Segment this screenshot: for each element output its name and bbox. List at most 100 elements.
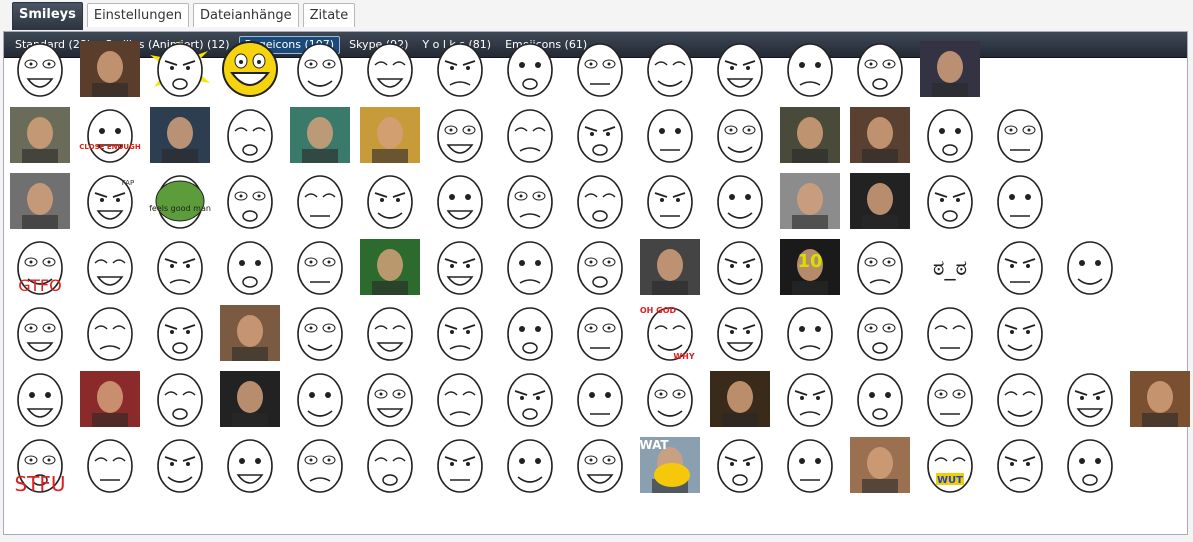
rage-pointing-smiley[interactable] bbox=[848, 369, 912, 429]
fuuuu-small-smiley[interactable] bbox=[288, 369, 352, 429]
bitch-please-smiley[interactable] bbox=[778, 435, 842, 495]
dancing-troll-smiley[interactable] bbox=[218, 105, 282, 165]
cheering-photo-smiley[interactable] bbox=[8, 171, 72, 231]
grin-troll-smiley[interactable] bbox=[148, 369, 212, 429]
michael-photo-smiley[interactable] bbox=[78, 369, 142, 429]
herp-smiley[interactable] bbox=[148, 237, 212, 297]
fap-smiley[interactable]: FAP bbox=[78, 171, 142, 231]
table-smiley[interactable] bbox=[358, 303, 422, 363]
wide-eyes-smiley[interactable] bbox=[78, 435, 142, 495]
you-dont-say-smiley[interactable] bbox=[428, 435, 492, 495]
challenge-smiley[interactable] bbox=[848, 39, 912, 99]
desk-flip-smiley[interactable] bbox=[358, 171, 422, 231]
dog-meme-smiley[interactable] bbox=[358, 105, 422, 165]
serious-smiley[interactable] bbox=[498, 105, 562, 165]
cereal-guy-smiley[interactable] bbox=[778, 39, 842, 99]
walking-smiley[interactable] bbox=[428, 303, 492, 363]
omg-smiley[interactable] bbox=[988, 237, 1052, 297]
ten-photo-smiley[interactable]: 10 bbox=[778, 237, 842, 297]
not-bad-face-smiley[interactable] bbox=[708, 435, 772, 495]
laughing-smiley[interactable] bbox=[288, 39, 352, 99]
tab-dateianhaenge[interactable]: Dateianhänge bbox=[192, 3, 299, 27]
look-of-disapproval-smiley[interactable]: ಠ_ಠ bbox=[918, 237, 982, 297]
excited-smiley[interactable] bbox=[848, 171, 912, 231]
shaq-smiley[interactable] bbox=[708, 369, 772, 429]
bitch-face-smiley[interactable] bbox=[988, 435, 1052, 495]
computer-guy-smiley[interactable] bbox=[708, 39, 772, 99]
thinking-smiley[interactable] bbox=[568, 435, 632, 495]
angry-eyes-smiley[interactable] bbox=[358, 369, 422, 429]
meh-smiley[interactable] bbox=[708, 105, 772, 165]
dark-photo-smiley[interactable] bbox=[918, 39, 982, 99]
sneaky-smiley[interactable] bbox=[358, 39, 422, 99]
wat-duck-smiley[interactable]: WAT bbox=[638, 435, 702, 495]
happy-cry-smiley[interactable] bbox=[638, 39, 702, 99]
facepalm-smiley[interactable] bbox=[988, 303, 1052, 363]
not-bad-smiley[interactable] bbox=[428, 39, 492, 99]
fffuu-smiley[interactable] bbox=[288, 171, 352, 231]
aliens-guy-smiley[interactable] bbox=[78, 39, 142, 99]
obama-smiley[interactable] bbox=[568, 303, 632, 363]
me-gusta-smiley[interactable] bbox=[8, 303, 72, 363]
movie-scene-smiley[interactable] bbox=[148, 105, 212, 165]
spread-eyes-smiley[interactable] bbox=[148, 303, 212, 363]
close-enough-smiley[interactable]: CLOSE ENOUGH bbox=[78, 105, 142, 165]
computer-stare-smiley[interactable] bbox=[778, 171, 842, 231]
rage-small-smiley[interactable] bbox=[218, 171, 282, 231]
pink-troll-smiley[interactable] bbox=[918, 171, 982, 231]
pokerface-smiley[interactable] bbox=[1058, 237, 1122, 297]
rage-face-smiley[interactable] bbox=[8, 39, 72, 99]
man-photo-smiley[interactable] bbox=[778, 105, 842, 165]
yes-smiley[interactable] bbox=[638, 171, 702, 231]
bald-man-photo-smiley[interactable] bbox=[848, 435, 912, 495]
monopoly-smiley[interactable] bbox=[148, 435, 212, 495]
okay-smiley[interactable] bbox=[498, 303, 562, 363]
scared-smiley[interactable] bbox=[428, 105, 492, 165]
confused-smiley[interactable] bbox=[498, 369, 562, 429]
zombie-smiley[interactable] bbox=[218, 369, 282, 429]
crying-smiley[interactable] bbox=[568, 39, 632, 99]
i-lied-smiley[interactable] bbox=[848, 237, 912, 297]
disgust-smiley[interactable] bbox=[708, 303, 772, 363]
stfu-smiley[interactable]: STFU bbox=[8, 435, 72, 495]
troll-smiley[interactable] bbox=[988, 105, 1052, 165]
party-troll-smiley[interactable] bbox=[78, 303, 142, 363]
grumpy-smiley[interactable] bbox=[638, 369, 702, 429]
oh-god-why-smiley[interactable]: OH GOD WHY bbox=[638, 303, 702, 363]
high-expectations-smiley[interactable] bbox=[358, 237, 422, 297]
thumbs-up-smiley[interactable] bbox=[918, 105, 982, 165]
pfft-smiley[interactable] bbox=[568, 237, 632, 297]
tab-einstellungen[interactable]: Einstellungen bbox=[86, 3, 189, 27]
ragemaster-smiley[interactable] bbox=[708, 171, 772, 231]
fuuu-smiley[interactable] bbox=[848, 303, 912, 363]
chinese-smiley[interactable] bbox=[498, 237, 562, 297]
sad-smiley[interactable] bbox=[988, 171, 1052, 231]
y-u-no-smiley[interactable] bbox=[1058, 435, 1122, 495]
lol-smiley[interactable] bbox=[288, 303, 352, 363]
disappointed-smiley[interactable] bbox=[918, 369, 982, 429]
party-meme-smiley[interactable] bbox=[568, 369, 632, 429]
happy-tears-smiley[interactable] bbox=[988, 369, 1052, 429]
duck-smiley[interactable] bbox=[638, 105, 702, 165]
gentleman-smiley[interactable] bbox=[1058, 369, 1122, 429]
are-you-serious-smiley[interactable] bbox=[708, 237, 772, 297]
epic-smiley-smiley[interactable] bbox=[218, 39, 282, 99]
tongue-smiley[interactable] bbox=[288, 435, 352, 495]
frankenstein-smiley[interactable] bbox=[428, 237, 492, 297]
jackie-chan-smiley[interactable] bbox=[638, 237, 702, 297]
okay-face-smiley[interactable] bbox=[778, 303, 842, 363]
yao-ming-smiley[interactable] bbox=[568, 105, 632, 165]
old-photo-smiley[interactable] bbox=[218, 303, 282, 363]
fat-man-photo-smiley[interactable] bbox=[848, 105, 912, 165]
forever-alone-happy-smiley[interactable] bbox=[498, 171, 562, 231]
suspicious-smiley[interactable] bbox=[218, 435, 282, 495]
forever-alone-smiley[interactable] bbox=[428, 171, 492, 231]
creepy-smiley[interactable] bbox=[218, 237, 282, 297]
like-a-sir-smiley[interactable] bbox=[568, 171, 632, 231]
all-the-things-smiley[interactable] bbox=[148, 39, 212, 99]
are-you-kidding-smiley[interactable] bbox=[498, 39, 562, 99]
scumbag-smiley[interactable] bbox=[1128, 369, 1192, 429]
tab-smileys[interactable]: Smileys bbox=[12, 2, 83, 30]
gtfo-smiley[interactable]: GTFO bbox=[8, 237, 72, 297]
pipe-smiley[interactable] bbox=[358, 435, 422, 495]
